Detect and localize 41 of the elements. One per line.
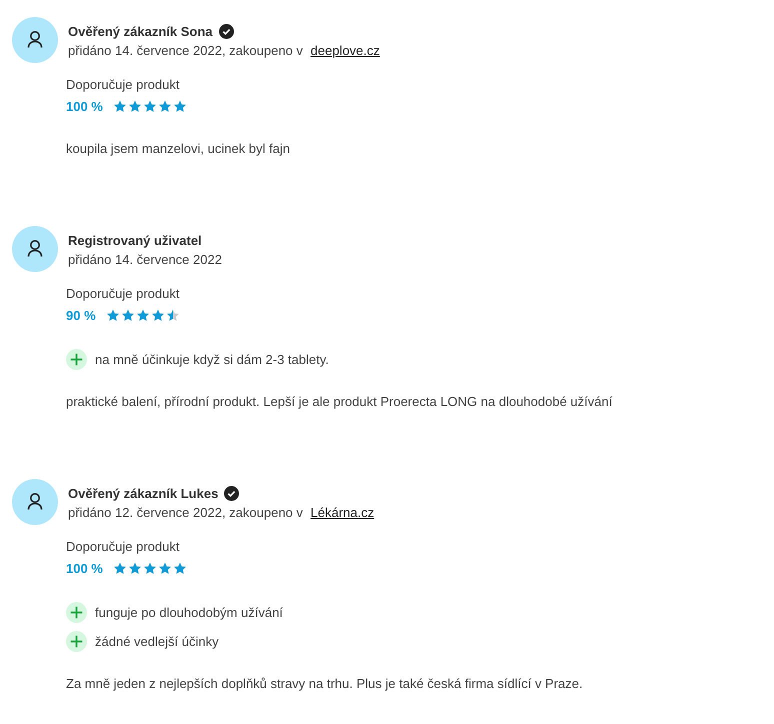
review-date: přidáno 14. července 2022, zakoupeno v [68, 43, 303, 58]
recommend-label: Doporučuje produkt [66, 538, 180, 556]
star-icon [142, 562, 157, 574]
recommend-percent: 100 % [66, 560, 103, 576]
recommend-label: Doporučuje produkt [66, 285, 180, 303]
recommend-percent: 90 % [66, 308, 96, 322]
review-date: přidáno 14. července 2022 [68, 252, 222, 267]
shop-link[interactable]: Lékárna.cz [310, 505, 374, 520]
review-text: Za mně jeden z nejlepších doplňků stravy na trhu. Plus je také česká firma sídlící v Praze. [66, 676, 583, 691]
star-icon [150, 308, 165, 322]
shop-link[interactable]: deeplove.cz [310, 43, 380, 58]
star-icon [158, 562, 172, 574]
plus-icon [66, 349, 87, 370]
review-text: koupila jsem manzelovi, ucinek byl fajn [66, 141, 291, 156]
recommend-label: Doporučuje produkt [66, 76, 180, 94]
review-text: praktické balení, přírodní produkt. Lepší je ale produkt Proerecta LONG na dlouhodobé užívání [66, 394, 612, 409]
star-icon [158, 100, 172, 112]
author-name: Ověřený zákazník Sona [68, 24, 213, 38]
star-icon [112, 562, 127, 574]
author-name: Ověřený zákazník Lukes [68, 486, 218, 500]
star-icon [172, 562, 187, 574]
plus-icon [66, 602, 87, 623]
avatar-icon [12, 17, 58, 63]
avatar-icon [12, 226, 58, 272]
pro-text: na mně účinkuje když si dám 2-3 tablety. [95, 352, 329, 367]
pro-text: funguje po dlouhodobým užívání [95, 605, 283, 620]
star-icon [112, 100, 127, 112]
star-icon [136, 308, 150, 322]
star-icon [166, 308, 180, 322]
star-icon [128, 100, 142, 112]
star-icon [172, 100, 187, 112]
plus-icon [66, 631, 87, 652]
star-icon [106, 308, 120, 322]
pro-text: žádné vedlejší účinky [95, 634, 219, 649]
star-icon [142, 100, 157, 112]
star-icon [120, 308, 135, 322]
review-date: přidáno 12. července 2022, zakoupeno v [68, 505, 303, 520]
avatar-icon [12, 479, 58, 525]
star-icon [128, 562, 142, 574]
author-name: Registrovaný uživatel [68, 232, 202, 248]
recommend-percent: 100 % [66, 98, 103, 114]
